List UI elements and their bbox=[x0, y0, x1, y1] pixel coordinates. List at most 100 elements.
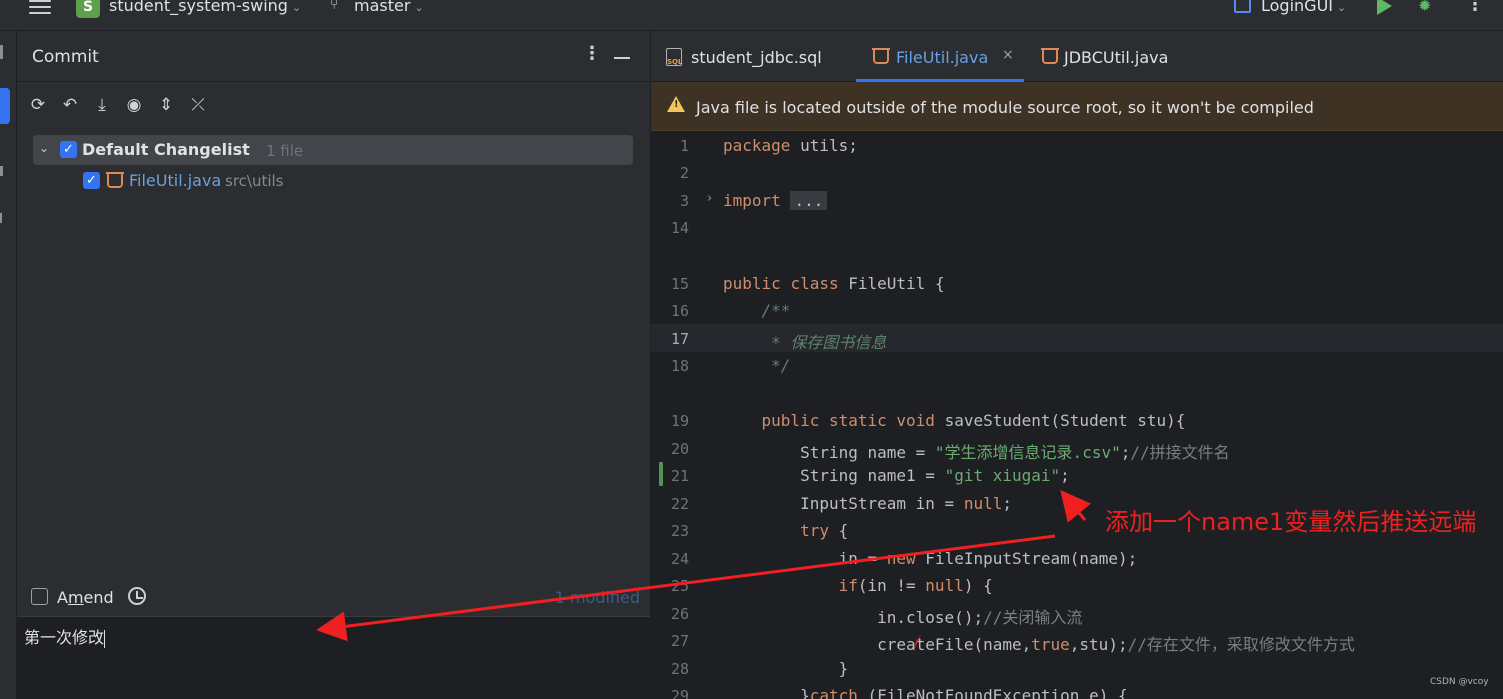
java-file-icon bbox=[106, 172, 124, 188]
branch-selector[interactable]: master ⌄ bbox=[354, 0, 424, 15]
amend-label[interactable]: Amend bbox=[57, 588, 114, 607]
line-number: 27 bbox=[670, 632, 689, 650]
modified-count: 1 modified bbox=[554, 588, 640, 607]
project-badge[interactable]: S bbox=[76, 0, 100, 18]
chevron-down-icon: ⌄ bbox=[291, 1, 302, 14]
divider bbox=[17, 81, 650, 82]
expand-all-icon[interactable]: ⇕ bbox=[156, 95, 176, 115]
run-config-selector[interactable]: LoginGUI ⌄ bbox=[1261, 0, 1346, 15]
code-line[interactable]: package utils; bbox=[723, 136, 858, 155]
changelist-count: 1 file bbox=[266, 142, 304, 160]
chevron-down-icon[interactable]: ⌄ bbox=[39, 141, 49, 155]
main-toolbar: S student_system-swing ⌄ ⑂ master ⌄ LoginG… bbox=[0, 0, 1503, 31]
line-number: 21 bbox=[670, 467, 689, 485]
line-number: 19 bbox=[670, 412, 689, 430]
tab-label: FileUtil.java bbox=[896, 48, 989, 67]
show-diff-icon[interactable]: ◉ bbox=[124, 95, 144, 115]
code-line[interactable]: String name1 = "git xiugai"; bbox=[723, 466, 1070, 485]
line-number: 26 bbox=[670, 605, 689, 623]
java-file-icon bbox=[1041, 48, 1059, 64]
line-number: 23 bbox=[670, 522, 689, 540]
tool-window-strip bbox=[0, 31, 17, 699]
more-icon[interactable]: ⋮ bbox=[1466, 0, 1484, 15]
editor-tabs: SQL student_jdbc.sql FileUtil.java × JDB… bbox=[651, 31, 1503, 82]
code-line[interactable]: InputStream in = null; bbox=[723, 494, 1012, 513]
tab-label: JDBCUtil.java bbox=[1064, 48, 1169, 67]
fold-chevron-icon[interactable]: › bbox=[707, 191, 712, 206]
java-file-icon bbox=[872, 48, 890, 64]
code-line[interactable]: try { bbox=[723, 521, 848, 540]
line-number: 18 bbox=[670, 357, 689, 375]
amend-checkbox[interactable] bbox=[31, 588, 48, 605]
hamburger-icon[interactable] bbox=[29, 0, 51, 16]
code-line[interactable]: * 保存图书信息 bbox=[723, 329, 886, 353]
minimize-icon[interactable] bbox=[614, 57, 630, 59]
code-line[interactable]: }catch (FileNotFoundException e) { bbox=[723, 686, 1128, 699]
changed-file-row[interactable]: ✓ FileUtil.java src\utils bbox=[83, 169, 583, 193]
code-editor[interactable]: 1 2 3 › 14 15 16 17 18 19 20 21 22 23 24 25 26 27 28 29 pac… bbox=[651, 131, 1503, 699]
code-line[interactable]: in.close();//关闭输入流 bbox=[723, 604, 1082, 628]
code-line[interactable]: */ bbox=[723, 356, 790, 375]
tab-fileutil-java[interactable]: FileUtil.java × bbox=[856, 31, 1024, 82]
project-name: student_system-swing bbox=[109, 0, 288, 15]
branch-icon: ⑂ bbox=[330, 0, 339, 13]
code-line[interactable]: in = new FileInputStream(name); bbox=[723, 549, 1138, 568]
sql-file-icon: SQL bbox=[666, 48, 682, 66]
annotation-text: 添加一个name1变量然后推送远端 bbox=[1105, 508, 1477, 536]
warning-banner: Java file is located outside of the modu… bbox=[651, 82, 1503, 131]
line-number: 28 bbox=[670, 660, 689, 678]
commit-tool-icon[interactable] bbox=[0, 88, 10, 124]
chevron-down-icon: ⌄ bbox=[414, 1, 424, 14]
line-number: 22 bbox=[670, 495, 689, 513]
commit-message-input[interactable]: 第一次修改 bbox=[17, 616, 650, 699]
shelve-icon[interactable]: ⤓ bbox=[92, 95, 112, 115]
code-line[interactable]: } bbox=[723, 659, 849, 678]
run-icon[interactable] bbox=[1377, 0, 1392, 15]
panel-title: Commit bbox=[32, 47, 99, 67]
tab-student-jdbc-sql[interactable]: SQL student_jdbc.sql bbox=[651, 31, 851, 82]
chevron-down-icon: ⌄ bbox=[1337, 1, 1347, 14]
changelist-row[interactable]: ⌄ ✓ Default Changelist 1 file bbox=[33, 135, 633, 165]
collapse-all-icon[interactable]: ⤫ bbox=[188, 95, 208, 115]
changelist-checkbox[interactable]: ✓ bbox=[60, 141, 77, 158]
commit-panel: Commit ⋮ ⟳ ↶ ⤓ ◉ ⇕ ⤫ ⌄ ✓ Default Changelist 1… bbox=[17, 31, 650, 699]
text-caret bbox=[104, 629, 106, 648]
more-options-icon[interactable]: ⋮ bbox=[583, 43, 601, 64]
code-line[interactable]: /** bbox=[723, 301, 791, 320]
rollback-icon[interactable]: ↶ bbox=[60, 95, 80, 115]
project-tool-icon[interactable] bbox=[0, 45, 3, 59]
commit-message-text: 第一次修改 bbox=[24, 628, 105, 647]
project-selector[interactable]: student_system-swing ⌄ bbox=[109, 0, 301, 15]
warning-text: Java file is located outside of the modu… bbox=[696, 98, 1314, 117]
debug-icon[interactable]: ✹ bbox=[1418, 0, 1438, 15]
file-checkbox[interactable]: ✓ bbox=[83, 172, 100, 189]
line-number: 14 bbox=[670, 219, 689, 237]
line-number: 29 bbox=[670, 687, 689, 699]
file-name: FileUtil.java bbox=[129, 171, 222, 190]
history-clock-icon[interactable] bbox=[128, 587, 146, 605]
code-line[interactable]: String name = "学生添增信息记录.csv";//拼接文件名 bbox=[723, 439, 1230, 463]
code-line[interactable]: public class FileUtil { bbox=[723, 274, 945, 293]
code-line[interactable]: public static void saveStudent(Student s… bbox=[723, 411, 1186, 430]
line-number: 15 bbox=[670, 275, 689, 293]
tool-icon[interactable] bbox=[0, 213, 2, 223]
code-line[interactable]: createFile(name,true,stu);//存在文件，采取修改文件方… bbox=[723, 631, 1355, 655]
line-number: 1 bbox=[679, 137, 689, 155]
line-number: 17 bbox=[670, 330, 689, 348]
line-number: 25 bbox=[670, 577, 689, 595]
code-line[interactable]: if(in != null) { bbox=[723, 576, 993, 595]
tool-icon[interactable] bbox=[0, 166, 3, 176]
branch-name: master bbox=[354, 0, 411, 15]
tab-jdbcutil-java[interactable]: JDBCUtil.java bbox=[1031, 31, 1191, 82]
close-icon[interactable]: × bbox=[1002, 47, 1014, 63]
line-number: 16 bbox=[670, 302, 689, 320]
refresh-icon[interactable]: ⟳ bbox=[28, 95, 48, 115]
watermark: CSDN @vcoy bbox=[1430, 677, 1489, 687]
file-path: src\utils bbox=[225, 172, 284, 190]
line-number: 20 bbox=[670, 440, 689, 458]
run-config-icon bbox=[1234, 0, 1251, 13]
code-line[interactable]: import ... bbox=[723, 191, 828, 210]
line-number: 2 bbox=[679, 164, 689, 182]
line-number: 24 bbox=[670, 550, 689, 568]
commit-toolbar: ⟳ ↶ ⤓ ◉ ⇕ ⤫ bbox=[28, 95, 220, 117]
